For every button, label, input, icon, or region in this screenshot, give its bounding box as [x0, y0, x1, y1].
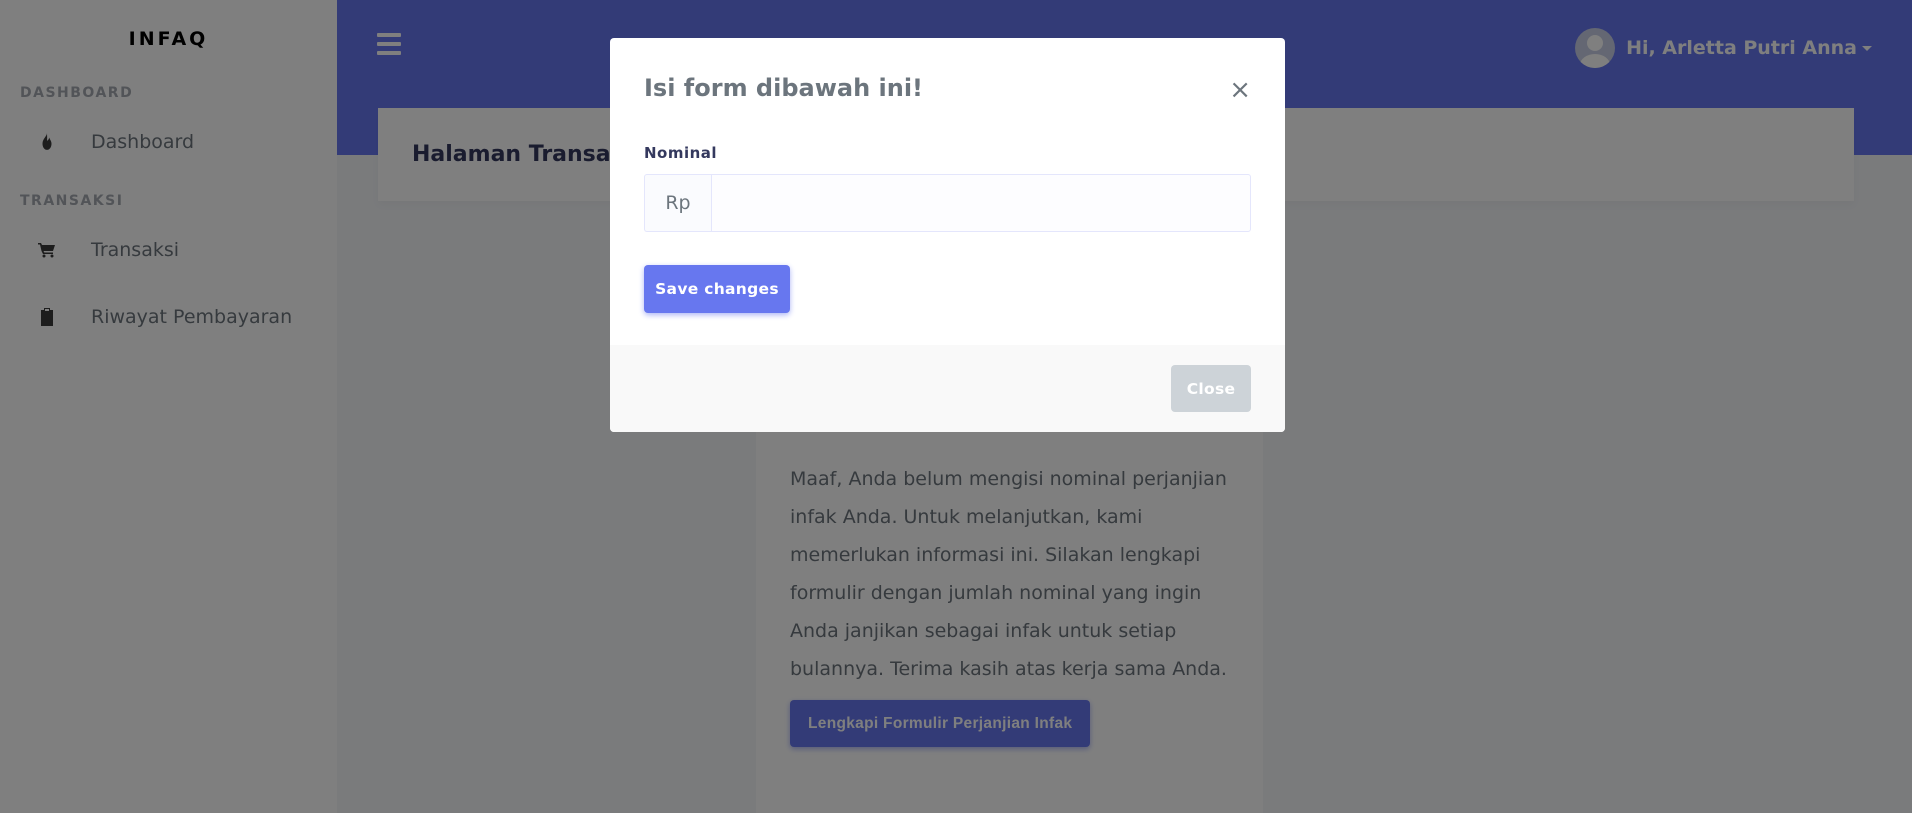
modal-title: Isi form dibawah ini!	[644, 74, 923, 102]
save-changes-button[interactable]: Save changes	[644, 265, 790, 313]
modal-header: Isi form dibawah ini! ×	[610, 38, 1285, 144]
modal-dialog: Isi form dibawah ini! × Nominal Rp Save …	[610, 38, 1285, 432]
currency-prefix: Rp	[644, 174, 711, 232]
modal-body: Nominal Rp Save changes	[610, 144, 1285, 313]
nominal-label: Nominal	[644, 144, 718, 162]
close-icon[interactable]: ×	[1229, 77, 1251, 144]
close-button[interactable]: Close	[1171, 365, 1251, 412]
modal-footer: Close	[610, 345, 1285, 432]
nominal-input-group: Rp	[644, 174, 1251, 232]
nominal-input[interactable]	[711, 174, 1251, 232]
